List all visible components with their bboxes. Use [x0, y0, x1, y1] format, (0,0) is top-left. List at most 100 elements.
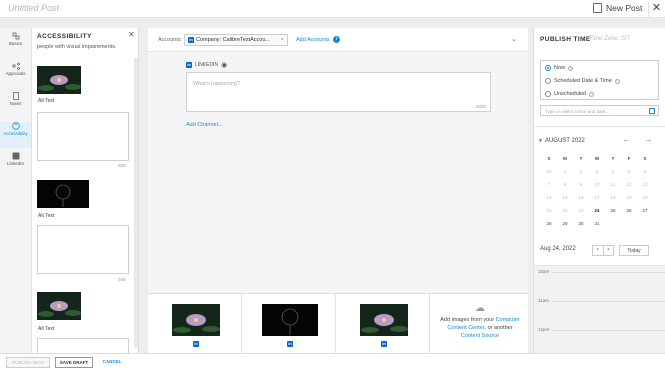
calendar-day[interactable]: 31	[541, 167, 557, 176]
nav-notes[interactable]: Notes	[0, 92, 31, 118]
calendar-day[interactable]: 16	[573, 193, 589, 202]
calendar-day[interactable]: 25	[605, 206, 621, 215]
nav-label: LinkedIn	[6, 161, 24, 166]
weekday-label: F	[627, 156, 631, 161]
calendar-day[interactable]: 7	[541, 180, 557, 189]
today-button[interactable]: Today	[619, 245, 649, 256]
panel-title: ACCESSIBILITY	[37, 33, 92, 40]
calendar-day[interactable]: 8	[557, 180, 573, 189]
help-icon[interactable]: ?	[568, 65, 574, 71]
calendar-day[interactable]: 22	[557, 206, 573, 215]
radio-scheduled[interactable]: Scheduled Date & Time?	[541, 75, 658, 87]
weekday-label: M	[563, 156, 567, 161]
calendar-day	[637, 219, 653, 228]
publish-now-button[interactable]: PUBLISH NOW	[6, 357, 50, 368]
image-thumbnail	[172, 304, 220, 336]
calendar-day[interactable]: 19	[621, 193, 637, 202]
calendar-day[interactable]: 10	[589, 180, 605, 189]
radio-icon	[545, 91, 551, 97]
post-title[interactable]: Untitled Post	[8, 3, 59, 13]
calendar-day[interactable]: 4	[605, 167, 621, 176]
calendar-day[interactable]: 12	[621, 180, 637, 189]
calendar-day[interactable]: 20	[637, 193, 653, 202]
calendar-day[interactable]: 29	[557, 219, 573, 228]
calendar-day[interactable]: 6	[637, 167, 653, 176]
media-item[interactable]: in	[242, 294, 336, 354]
image-thumbnail	[37, 180, 89, 208]
calendar-day[interactable]: 14	[541, 193, 557, 202]
calendar-icon[interactable]	[649, 108, 655, 114]
message-placeholder: What's happening?	[193, 81, 240, 87]
datetime-input[interactable]: Type or select a time and date...	[540, 105, 659, 116]
next-day-button[interactable]: ›	[604, 246, 614, 255]
upload-area[interactable]: ☁ Add images from your Computer Content …	[432, 294, 528, 354]
add-accounts-link[interactable]: Add Accounts	[296, 37, 330, 43]
close-button[interactable]: ✕	[648, 1, 664, 17]
new-post-icon	[593, 3, 602, 13]
calendar-day[interactable]: 13	[637, 180, 653, 189]
calendar-day[interactable]: 1	[557, 167, 573, 176]
weekday-label: W	[594, 156, 600, 161]
preview-eye-icon[interactable]: ◉	[221, 61, 227, 69]
media-item[interactable]: in	[148, 294, 242, 354]
media-item[interactable]: in	[336, 294, 430, 354]
prev-day-button[interactable]: ‹	[593, 246, 604, 255]
chevron-down-icon[interactable]: ⌄	[511, 35, 517, 43]
alt-text-input[interactable]	[37, 112, 129, 161]
info-icon[interactable]: i	[333, 36, 340, 43]
calendar-day[interactable]: 31	[589, 219, 605, 228]
notes-icon	[12, 92, 19, 100]
publish-options: Now? Scheduled Date & Time? Unscheduled?	[540, 60, 659, 100]
remove-account-icon[interactable]: ×	[281, 37, 287, 43]
nav-approvals[interactable]: Approvals	[0, 62, 31, 88]
alt-text-label: Alt Text	[38, 326, 55, 332]
calendar-day[interactable]: 18	[605, 193, 621, 202]
month-selector[interactable]: ▼ AUGUST 2022	[538, 138, 585, 144]
computer-link[interactable]: Computer	[496, 317, 520, 323]
calendar-day[interactable]: 17	[589, 193, 605, 202]
content-source-link[interactable]: Content Source	[461, 333, 499, 339]
linkedin-icon	[12, 152, 19, 160]
calendar-day[interactable]: 24	[589, 206, 605, 215]
cancel-button[interactable]: CANCEL	[98, 357, 126, 368]
calendar-day[interactable]: 27	[637, 206, 653, 215]
calendar-day[interactable]: 23	[573, 206, 589, 215]
calendar-day[interactable]: 3	[589, 167, 605, 176]
calendar-day[interactable]: 21	[541, 206, 557, 215]
calendar-day[interactable]: 26	[621, 206, 637, 215]
account-chip[interactable]: in Company: CalibreTestAccou... ×	[184, 34, 288, 46]
new-post-button[interactable]: New Post	[593, 3, 642, 13]
radio-now[interactable]: Now?	[541, 62, 658, 74]
alt-text-input[interactable]	[37, 338, 129, 353]
calendar-day[interactable]: 9	[573, 180, 589, 189]
nav-basics[interactable]: Basics	[0, 32, 31, 58]
nav-linkedin[interactable]: LinkedIn	[0, 152, 31, 178]
close-panel-icon[interactable]: ✕	[128, 30, 135, 39]
alt-text-input[interactable]	[37, 225, 129, 274]
calendar-day[interactable]: 30	[573, 219, 589, 228]
calendar-day[interactable]: 2	[573, 167, 589, 176]
account-name: Company: CalibreTestAccou...	[196, 37, 270, 43]
calendar-day[interactable]: 5	[621, 167, 637, 176]
nav-accessibility[interactable]: Accessibility	[0, 122, 31, 148]
help-icon[interactable]: ?	[589, 91, 595, 97]
composer-header: in LINKEDIN ◉	[186, 61, 491, 69]
radio-unscheduled[interactable]: Unscheduled?	[541, 88, 658, 100]
save-draft-button[interactable]: SAVE DRAFT	[55, 357, 93, 368]
content-center-link[interactable]: Content Center	[447, 325, 484, 331]
publish-title: PUBLISH TIME	[540, 36, 591, 43]
nav-label: Notes	[9, 101, 22, 106]
help-icon[interactable]: ?	[614, 78, 620, 84]
next-month-icon[interactable]: →	[644, 134, 653, 144]
prev-month-icon[interactable]: ←	[622, 134, 631, 144]
timezone-label: Time Zone: IST	[589, 36, 631, 42]
calendar-day[interactable]: 11	[605, 180, 621, 189]
day-timeline[interactable]: 10am 11am 12pm	[534, 266, 665, 353]
add-channel-link[interactable]: Add Channel...	[186, 122, 491, 128]
message-input[interactable]: What's happening? 3000	[186, 72, 491, 112]
calendar-day[interactable]: 28	[541, 219, 557, 228]
calendar-day[interactable]: 15	[557, 193, 573, 202]
radio-icon	[545, 65, 551, 71]
media-strip: in in in ☁ Add images from your Computer…	[148, 293, 528, 354]
panel-scrollbar[interactable]	[134, 58, 138, 348]
